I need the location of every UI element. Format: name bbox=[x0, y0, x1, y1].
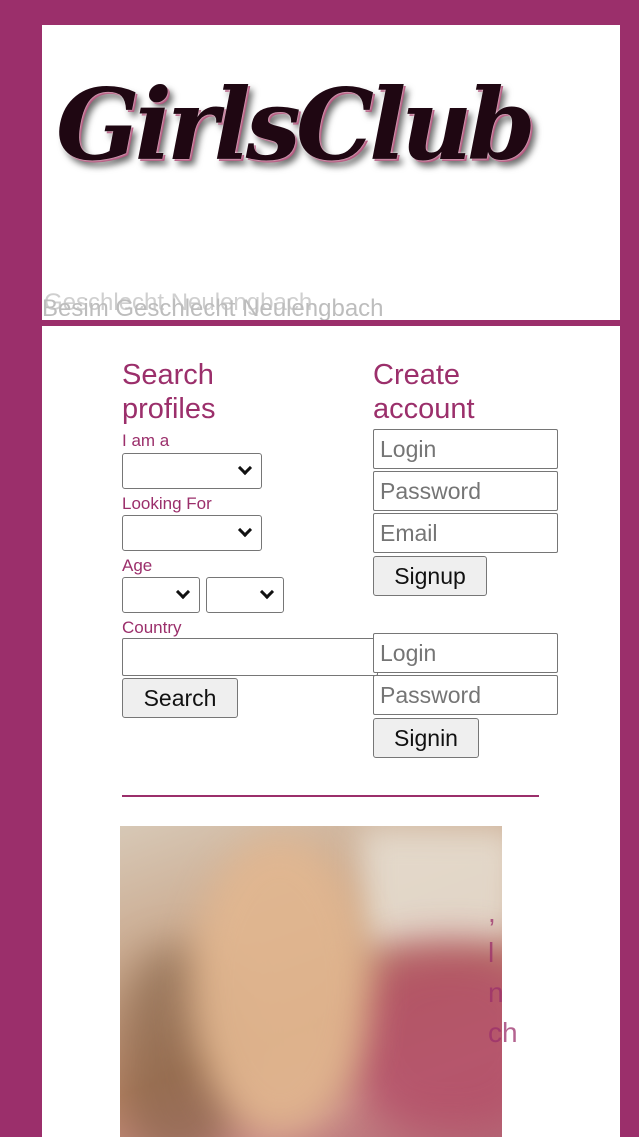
profile-description-fragment: , l n ch bbox=[488, 897, 518, 1048]
profile-photo[interactable] bbox=[120, 826, 502, 1137]
age-to-select[interactable] bbox=[206, 577, 284, 613]
tagline: Besim Geschlecht Neulengbach bbox=[42, 295, 384, 322]
search-button[interactable]: Search bbox=[122, 678, 238, 718]
signup-login-input[interactable]: Login bbox=[373, 429, 558, 469]
signup-button[interactable]: Signup bbox=[373, 556, 487, 596]
signin-login-input[interactable]: Login bbox=[373, 633, 558, 673]
chevron-down-icon bbox=[237, 522, 253, 538]
create-account-title: Create account bbox=[373, 359, 475, 425]
i-am-a-select[interactable] bbox=[122, 453, 262, 489]
age-label: Age bbox=[122, 556, 153, 575]
looking-for-label: Looking For bbox=[122, 494, 212, 513]
chevron-down-icon bbox=[175, 584, 191, 600]
age-from-select[interactable] bbox=[122, 577, 200, 613]
country-input[interactable] bbox=[122, 638, 378, 676]
site-logo[interactable]: GirlsClub bbox=[56, 77, 536, 175]
signup-email-input[interactable]: Email bbox=[373, 513, 558, 553]
chevron-down-icon bbox=[237, 460, 253, 476]
chevron-down-icon bbox=[259, 584, 275, 600]
signup-password-input[interactable]: Password bbox=[373, 471, 558, 511]
signin-button[interactable]: Signin bbox=[373, 718, 479, 758]
search-profiles-title: Search profiles bbox=[122, 359, 216, 425]
signin-password-input[interactable]: Password bbox=[373, 675, 558, 715]
looking-for-select[interactable] bbox=[122, 515, 262, 551]
i-am-a-label: I am a bbox=[122, 431, 170, 450]
section-divider bbox=[122, 795, 539, 797]
site-header: GirlsClub Geschlecht Neulengbach Besim G… bbox=[42, 25, 620, 322]
country-label: Country bbox=[122, 618, 182, 637]
